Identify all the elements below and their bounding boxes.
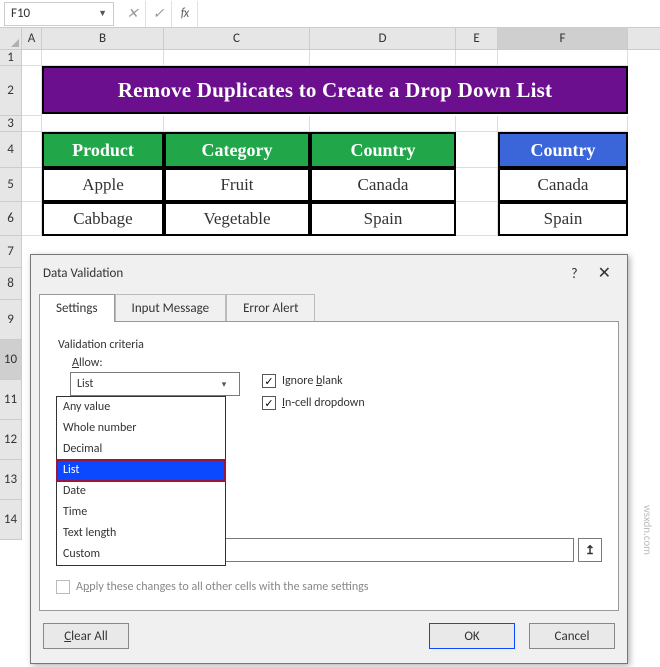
enter-formula-icon: ✓: [146, 1, 172, 27]
cell[interactable]: [22, 66, 42, 116]
table-cell[interactable]: Spain: [498, 202, 628, 236]
cell[interactable]: [456, 202, 498, 236]
dialog-title: Data Validation: [43, 266, 123, 281]
header-country-2: Country: [498, 132, 628, 168]
row-header-6[interactable]: 6: [0, 202, 22, 236]
table-cell[interactable]: Cabbage: [42, 202, 164, 236]
cell[interactable]: [456, 168, 498, 202]
table-cell[interactable]: Canada: [498, 168, 628, 202]
formula-bar: F10 ▼ ✕ ✓ fx: [0, 0, 660, 28]
dialog-titlebar[interactable]: Data Validation ? ✕: [31, 255, 627, 287]
chevron-down-icon[interactable]: ▾: [215, 375, 233, 393]
cell[interactable]: [310, 116, 456, 132]
dialog-button-row: Clear All OK Cancel: [31, 611, 627, 663]
row-header-8[interactable]: 8: [0, 268, 22, 300]
name-box[interactable]: F10 ▼: [4, 2, 114, 26]
cell[interactable]: [456, 116, 498, 132]
col-header-a[interactable]: A: [22, 28, 42, 49]
dialog-tabs: Settings Input Message Error Alert: [39, 293, 619, 321]
table-cell[interactable]: Canada: [310, 168, 456, 202]
cell[interactable]: [498, 50, 628, 66]
clear-all-button[interactable]: Clear All: [43, 623, 129, 649]
table-cell[interactable]: Fruit: [164, 168, 310, 202]
option-whole-number[interactable]: Whole number: [57, 418, 225, 439]
allow-combobox[interactable]: List ▾: [70, 372, 240, 396]
row-header-2[interactable]: 2: [0, 66, 22, 116]
watermark: wsxdn.com: [641, 505, 654, 555]
row-header-10[interactable]: 10: [0, 340, 22, 380]
name-box-value: F10: [11, 6, 30, 21]
data-validation-dialog: Data Validation ? ✕ Settings Input Messa…: [30, 254, 628, 664]
row-header-14[interactable]: 14: [0, 500, 22, 540]
column-headers: A B C D E F: [0, 28, 660, 50]
help-icon[interactable]: ?: [571, 265, 578, 282]
header-product: Product: [42, 132, 164, 168]
page-title: Remove Duplicates to Create a Drop Down …: [42, 66, 628, 114]
option-list[interactable]: List: [57, 460, 225, 481]
option-date[interactable]: Date: [57, 481, 225, 502]
cell[interactable]: [22, 116, 42, 132]
apply-changes-checkbox: [56, 580, 70, 594]
col-header-e[interactable]: E: [456, 28, 498, 49]
tab-body-settings: Validation criteria Allow: List ▾ ✓ Igno…: [39, 321, 619, 611]
row-header-5[interactable]: 5: [0, 168, 22, 202]
cell[interactable]: [42, 50, 164, 66]
cancel-formula-icon: ✕: [120, 1, 146, 27]
incell-dropdown-checkbox[interactable]: ✓: [262, 396, 276, 410]
incell-dropdown-label: In-cell dropdown: [282, 396, 365, 410]
range-picker-icon[interactable]: ↥: [578, 538, 602, 562]
validation-criteria-label: Validation criteria: [58, 338, 602, 352]
tab-error-alert[interactable]: Error Alert: [226, 294, 315, 322]
header-country: Country: [310, 132, 456, 168]
cell[interactable]: [22, 202, 42, 236]
cell[interactable]: [456, 50, 498, 66]
col-header-d[interactable]: D: [310, 28, 456, 49]
select-all-corner[interactable]: [0, 28, 22, 49]
header-category: Category: [164, 132, 310, 168]
allow-value: List: [77, 377, 93, 391]
cell[interactable]: [22, 50, 42, 66]
ignore-blank-checkbox[interactable]: ✓: [262, 374, 276, 388]
tab-input-message[interactable]: Input Message: [115, 294, 227, 322]
chevron-down-icon[interactable]: ▼: [98, 8, 107, 19]
allow-dropdown-list[interactable]: Any value Whole number Decimal List Date…: [56, 396, 226, 566]
cell[interactable]: [22, 168, 42, 202]
col-header-f[interactable]: F: [498, 28, 628, 49]
cell[interactable]: [310, 50, 456, 66]
row-header-4[interactable]: 4: [0, 132, 22, 168]
table-cell[interactable]: Apple: [42, 168, 164, 202]
tab-settings[interactable]: Settings: [39, 294, 115, 322]
row-header-1[interactable]: 1: [0, 50, 22, 66]
row-header-12[interactable]: 12: [0, 420, 22, 460]
row-header-3[interactable]: 3: [0, 116, 22, 132]
option-any-value[interactable]: Any value: [57, 397, 225, 418]
row-header-7[interactable]: 7: [0, 236, 22, 268]
table-cell[interactable]: Spain: [310, 202, 456, 236]
option-custom[interactable]: Custom: [57, 544, 225, 565]
cell[interactable]: [498, 116, 628, 132]
table-cell[interactable]: Vegetable: [164, 202, 310, 236]
row-header-13[interactable]: 13: [0, 460, 22, 500]
cell[interactable]: [456, 132, 498, 168]
option-text-length[interactable]: Text length: [57, 523, 225, 544]
close-icon[interactable]: ✕: [594, 263, 615, 283]
cell[interactable]: [164, 50, 310, 66]
col-header-c[interactable]: C: [164, 28, 310, 49]
row-header-11[interactable]: 11: [0, 380, 22, 420]
allow-label: Allow:: [72, 356, 602, 370]
ignore-blank-label: Ignore blank: [282, 374, 343, 388]
fx-icon[interactable]: fx: [172, 1, 198, 27]
row-header-9[interactable]: 9: [0, 300, 22, 340]
option-time[interactable]: Time: [57, 502, 225, 523]
col-header-b[interactable]: B: [42, 28, 164, 49]
apply-changes-label: Apply these changes to all other cells w…: [76, 580, 369, 594]
cancel-button[interactable]: Cancel: [529, 623, 615, 649]
cell[interactable]: [22, 132, 42, 168]
cell[interactable]: [42, 116, 164, 132]
option-decimal[interactable]: Decimal: [57, 439, 225, 460]
ok-button[interactable]: OK: [429, 623, 515, 649]
cell[interactable]: [164, 116, 310, 132]
formula-input[interactable]: [198, 2, 660, 26]
